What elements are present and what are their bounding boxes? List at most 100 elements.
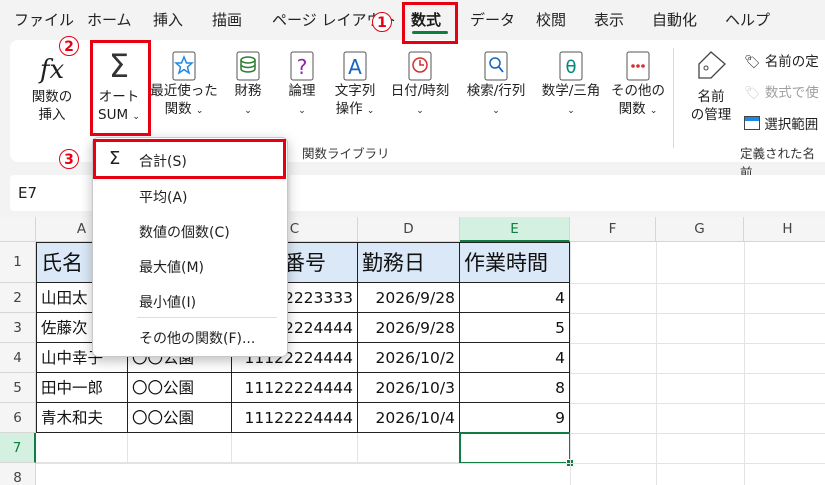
recently-used-button[interactable]: 最近使った 関数 ⌄	[150, 50, 218, 120]
cell-d2[interactable]: 2026/9/28	[358, 283, 460, 313]
chevron-down-icon: ⌄	[416, 106, 424, 116]
tag-disabled-icon: 🏷	[744, 86, 761, 101]
row-header-4[interactable]: 4	[0, 343, 36, 373]
gridline	[570, 242, 571, 485]
gridline	[570, 343, 825, 344]
menu-divider	[137, 317, 277, 318]
active-cell-e7[interactable]	[459, 432, 571, 464]
column-header-e[interactable]: E	[460, 217, 570, 242]
cell-d5[interactable]: 2026/10/3	[358, 373, 460, 403]
tab-insert[interactable]: 挿入	[153, 9, 183, 30]
use-in-formula-button[interactable]: 🏷 数式で使	[744, 81, 819, 101]
tab-data[interactable]: データ	[470, 9, 515, 30]
cell-d3[interactable]: 2026/9/28	[358, 313, 460, 343]
cell-a7[interactable]	[36, 433, 128, 463]
chevron-down-icon: ⌄	[195, 106, 204, 116]
gridline	[570, 373, 825, 374]
cell-b5[interactable]: 〇〇公園	[128, 373, 232, 403]
magnifier-book-icon	[484, 51, 508, 81]
select-all-corner[interactable]	[0, 217, 36, 242]
gridline	[570, 313, 825, 314]
cell-e1[interactable]: 作業時間	[460, 242, 570, 283]
create-from-selection-button[interactable]: 選択範囲	[744, 113, 818, 133]
svg-text:A: A	[348, 55, 362, 79]
cell-a5[interactable]: 田中一郎	[36, 373, 128, 403]
column-header-g[interactable]: G	[656, 217, 744, 242]
text-label-1: 文字列	[334, 83, 376, 99]
insert-function-button[interactable]: fx 関数の 挿入	[24, 52, 80, 124]
cell-b6[interactable]: 〇〇公園	[128, 403, 232, 433]
row-header-5[interactable]: 5	[0, 373, 36, 403]
menu-item-more-functions[interactable]: その他の関数(F)...	[139, 328, 255, 348]
more-label-2: 関数	[618, 101, 646, 117]
cell-b7[interactable]	[128, 433, 232, 463]
cell-c5[interactable]: 11122224444	[232, 373, 358, 403]
row-header-3[interactable]: 3	[0, 313, 36, 343]
tab-home[interactable]: ホーム	[87, 9, 132, 30]
datetime-button[interactable]: 日付/時刻 ⌄	[385, 50, 455, 120]
highlight-autosum-button	[90, 40, 151, 136]
tab-help[interactable]: ヘルプ	[725, 9, 770, 30]
menu-item-min[interactable]: 最小値(I)	[139, 292, 196, 312]
tab-draw[interactable]: 描画	[212, 9, 242, 30]
cell-d1[interactable]: 勤務日	[358, 242, 460, 283]
row-header-1[interactable]: 1	[0, 242, 36, 283]
math-trig-button[interactable]: θ 数学/三角 ⌄	[535, 50, 607, 120]
gridline	[570, 433, 825, 434]
row-header-8[interactable]: 8	[0, 463, 36, 485]
more-functions-button[interactable]: その他の 関数 ⌄	[610, 50, 666, 120]
more-label-1: その他の	[611, 83, 665, 99]
cell-e5[interactable]: 8	[460, 373, 570, 403]
cell-e2[interactable]: 4	[460, 283, 570, 313]
name-box[interactable]: E7	[10, 175, 104, 211]
cell-e6[interactable]: 9	[460, 403, 570, 433]
name-manager-button[interactable]: 名前 の管理	[686, 48, 736, 124]
cell-c7[interactable]	[232, 433, 358, 463]
tag-small-icon: 🏷	[744, 55, 761, 70]
column-header-f[interactable]: F	[570, 217, 656, 242]
cell-a6[interactable]: 青木和夫	[36, 403, 128, 433]
text-functions-button[interactable]: A 文字列 操作 ⌄	[330, 50, 380, 120]
formula-bar[interactable]	[290, 175, 825, 211]
define-name-button[interactable]: 🏷 名前の定	[744, 50, 819, 70]
logical-button[interactable]: ? 論理 ⌄	[280, 50, 324, 120]
recent-label-1: 最近使った	[150, 83, 218, 99]
tab-automate[interactable]: 自動化	[652, 9, 697, 30]
svg-text:?: ?	[297, 55, 308, 79]
tab-view[interactable]: 表示	[594, 9, 624, 30]
recent-label-2: 関数	[164, 101, 192, 117]
cell-c6[interactable]: 11122224444	[232, 403, 358, 433]
row-header-2[interactable]: 2	[0, 283, 36, 313]
gridline	[656, 242, 657, 485]
cell-d4[interactable]: 2026/10/2	[358, 343, 460, 373]
cell-e3[interactable]: 5	[460, 313, 570, 343]
column-header-h[interactable]: H	[744, 217, 825, 242]
cell-e4[interactable]: 4	[460, 343, 570, 373]
menu-item-count[interactable]: 数値の個数(C)	[139, 222, 230, 242]
menu-item-average[interactable]: 平均(A)	[139, 187, 188, 207]
cell-d6[interactable]: 2026/10/4	[358, 403, 460, 433]
chevron-down-icon: ⌄	[366, 106, 375, 116]
star-book-icon	[172, 51, 196, 81]
chevron-down-icon: ⌄	[492, 106, 500, 116]
financial-button[interactable]: 財務 ⌄	[226, 50, 270, 120]
tab-file[interactable]: ファイル	[14, 9, 74, 30]
lookup-button[interactable]: 検索/行列 ⌄	[460, 50, 532, 120]
chevron-down-icon: ⌄	[298, 106, 306, 116]
gridline	[570, 403, 825, 404]
column-header-d[interactable]: D	[358, 217, 460, 242]
fx-icon: fx	[39, 55, 65, 85]
chevron-down-icon: ⌄	[567, 106, 575, 116]
grid-icon	[744, 116, 760, 130]
row-header-7[interactable]: 7	[0, 433, 36, 463]
row-header-6[interactable]: 6	[0, 403, 36, 433]
datetime-label: 日付/時刻	[390, 83, 450, 99]
step-badge-3: 3	[59, 149, 79, 169]
highlight-sum-menu-item	[93, 139, 286, 179]
name-manager-label-1: 名前	[697, 89, 725, 105]
cell-d7[interactable]	[358, 433, 460, 463]
define-name-label: 名前の定	[764, 54, 819, 70]
menu-item-max[interactable]: 最大値(M)	[139, 257, 204, 277]
tab-review[interactable]: 校閲	[536, 9, 566, 30]
clock-book-icon	[408, 51, 432, 81]
